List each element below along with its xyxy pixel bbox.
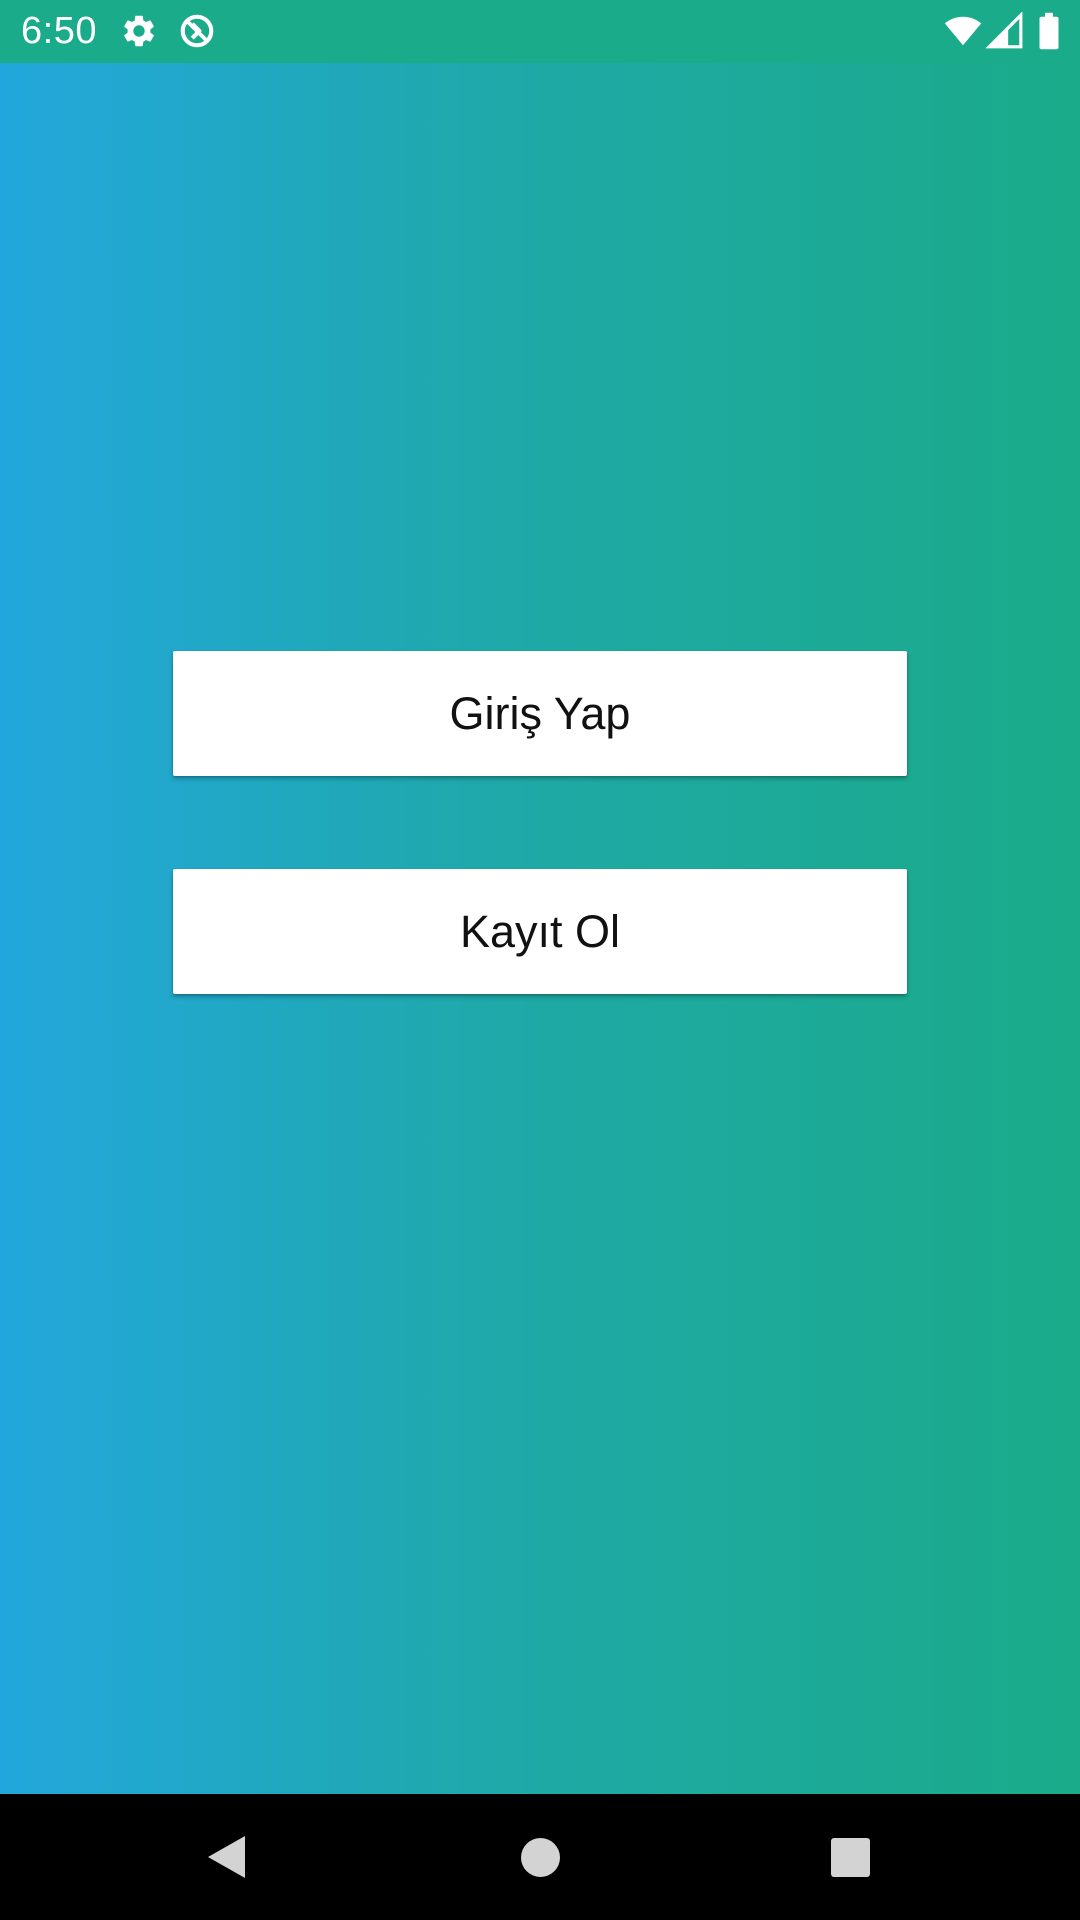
wifi-icon — [942, 12, 984, 50]
login-button[interactable]: Giriş Yap — [173, 651, 907, 776]
status-bar: 6:50 — [0, 0, 1080, 63]
back-icon — [207, 1836, 245, 1878]
sync-disabled-icon — [178, 12, 216, 50]
recents-button[interactable] — [810, 1817, 890, 1897]
cellular-signal-icon — [986, 12, 1024, 50]
status-time: 6:50 — [21, 10, 97, 52]
phone-screen: 6:50 Giriş Yap Kayıt Ol — [0, 0, 1080, 1920]
back-button[interactable] — [186, 1817, 266, 1897]
settings-gear-icon — [120, 12, 158, 50]
home-icon — [520, 1837, 560, 1877]
battery-icon — [1034, 12, 1064, 50]
register-button[interactable]: Kayıt Ol — [173, 869, 907, 994]
recents-icon — [830, 1837, 870, 1877]
home-button[interactable] — [500, 1817, 580, 1897]
navigation-bar — [0, 1794, 1080, 1920]
